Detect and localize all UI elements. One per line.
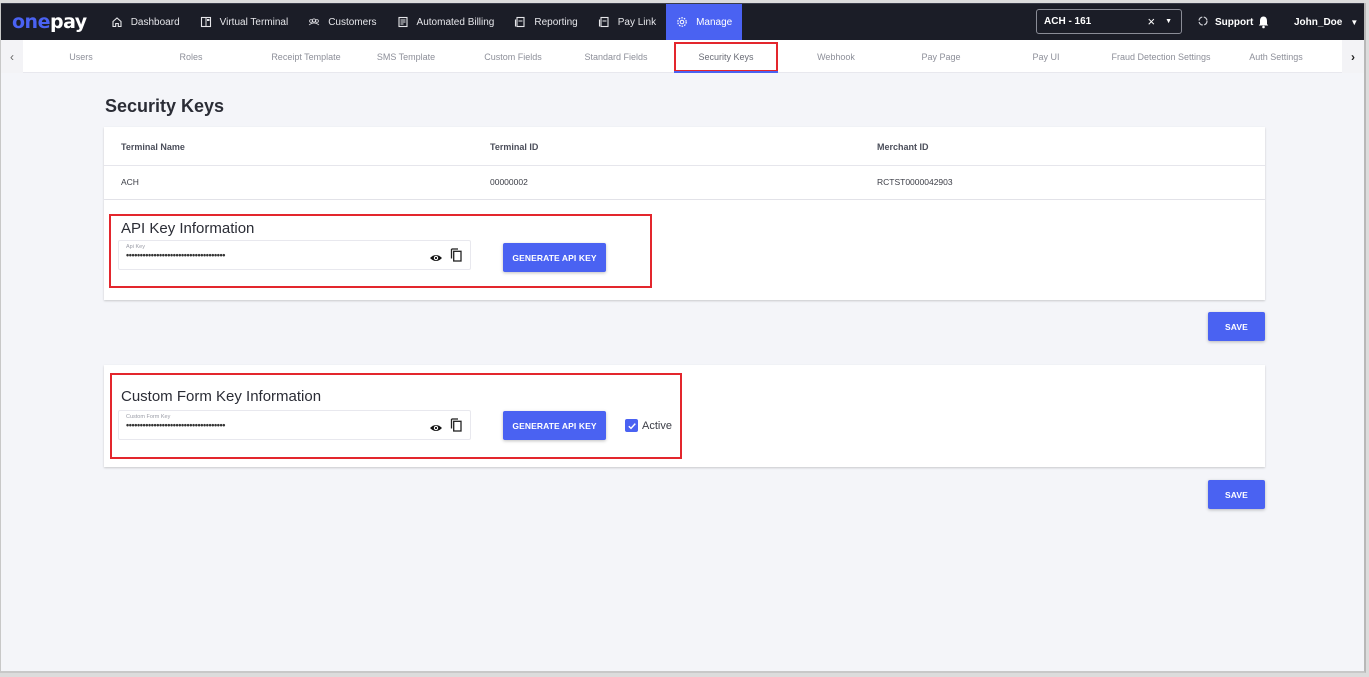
custom-form-key-value: •••••••••••••••••••••••••••••••••••• (126, 420, 226, 430)
terminal-select[interactable]: ACH - 161 × ▼ (1036, 9, 1182, 34)
nav-automated-billing[interactable]: Automated Billing (387, 4, 505, 41)
terminal-icon (200, 16, 212, 28)
custom-form-key-card: Custom Form Key Information Custom Form … (104, 365, 1265, 467)
eye-icon[interactable] (429, 250, 443, 268)
nav-manage[interactable]: Manage (666, 3, 743, 41)
terminal-info-table: Terminal Name Terminal ID Merchant ID AC… (104, 127, 1265, 200)
support-icon (1197, 15, 1209, 30)
billing-icon (397, 16, 409, 28)
save-button[interactable]: SAVE (1208, 312, 1265, 341)
top-navigation: onepay Dashboard Virtual Terminal Custom… (1, 3, 1364, 41)
chevron-down-icon: ▼ (1350, 18, 1359, 27)
copy-icon[interactable] (450, 248, 462, 267)
onepay-logo[interactable]: onepay (12, 11, 87, 33)
cell-merchant-id: RCTST0000042903 (877, 177, 953, 187)
api-key-field[interactable]: Api Key ••••••••••••••••••••••••••••••••… (118, 240, 471, 270)
nav-virtual-terminal[interactable]: Virtual Terminal (190, 4, 299, 41)
eye-icon[interactable] (429, 420, 443, 438)
nav-reporting[interactable]: Reporting (504, 4, 587, 41)
nav-pay-link[interactable]: Pay Link (588, 4, 666, 41)
cell-terminal-name: ACH (121, 177, 139, 187)
tab-pay-page[interactable]: Pay Page (891, 40, 991, 73)
nav-customers[interactable]: Customers (298, 4, 386, 41)
custom-form-section-title: Custom Form Key Information (121, 388, 322, 405)
active-checkbox[interactable]: Active (625, 419, 672, 432)
bell-icon[interactable] (1257, 15, 1270, 34)
tab-custom-fields[interactable]: Custom Fields (463, 40, 563, 73)
paylink-icon (598, 16, 610, 28)
tab-users[interactable]: Users (41, 40, 121, 73)
tab-pay-ui[interactable]: Pay UI (996, 40, 1096, 73)
generate-api-key-button[interactable]: GENERATE API KEY (503, 243, 606, 272)
tab-roles[interactable]: Roles (151, 40, 231, 73)
nav-dashboard[interactable]: Dashboard (101, 4, 190, 41)
support-link[interactable]: Support (1197, 4, 1253, 41)
report-icon (514, 16, 526, 28)
active-label: Active (642, 419, 672, 432)
tab-security-keys[interactable]: Security Keys (674, 42, 778, 73)
generate-custom-form-key-button[interactable]: GENERATE API KEY (503, 411, 606, 440)
api-key-value: •••••••••••••••••••••••••••••••••••• (126, 250, 226, 260)
save-button[interactable]: SAVE (1208, 480, 1265, 509)
customers-icon (308, 16, 320, 28)
clear-selection-icon[interactable]: × (1147, 14, 1155, 29)
custom-form-key-field[interactable]: Custom Form Key ••••••••••••••••••••••••… (118, 410, 471, 440)
cell-terminal-id: 00000002 (490, 177, 528, 187)
gear-icon (676, 16, 688, 28)
tab-standard-fields[interactable]: Standard Fields (566, 40, 666, 73)
manage-subnav: ‹ Users Roles Receipt Template SMS Templ… (1, 40, 1364, 73)
tab-sms-template[interactable]: SMS Template (356, 40, 456, 73)
column-header-terminal-id: Terminal ID (490, 142, 539, 152)
column-header-merchant-id: Merchant ID (877, 142, 929, 152)
api-key-section-title: API Key Information (121, 220, 255, 237)
home-icon (111, 16, 123, 28)
scroll-left-button[interactable]: ‹ (1, 40, 23, 73)
user-menu[interactable]: John_Doe ▼ (1294, 4, 1358, 41)
copy-icon[interactable] (450, 418, 462, 437)
api-key-card: API Key Information Api Key ••••••••••••… (104, 200, 1265, 300)
row-divider (104, 165, 1265, 166)
page-title: Security Keys (105, 96, 225, 116)
column-header-terminal-name: Terminal Name (121, 142, 185, 152)
tab-auth-settings[interactable]: Auth Settings (1226, 40, 1326, 73)
user-name: John_Doe (1294, 17, 1343, 28)
scroll-right-button[interactable]: › (1342, 40, 1364, 73)
chevron-down-icon[interactable]: ▼ (1165, 18, 1172, 25)
tab-fraud-detection-settings[interactable]: Fraud Detection Settings (1101, 40, 1221, 73)
app-window: onepay Dashboard Virtual Terminal Custom… (0, 3, 1366, 673)
tab-receipt-template[interactable]: Receipt Template (256, 40, 356, 73)
tab-webhook[interactable]: Webhook (786, 40, 886, 73)
checkbox-checked-icon[interactable] (625, 419, 638, 432)
